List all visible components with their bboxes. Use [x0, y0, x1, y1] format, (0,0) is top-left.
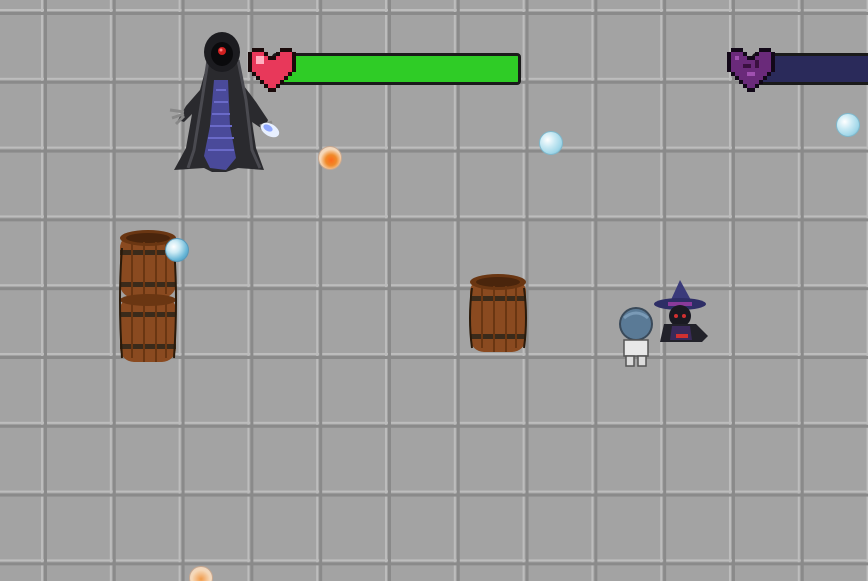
game-floor — [0, 0, 868, 581]
water-orb — [165, 238, 189, 262]
barrel — [469, 274, 527, 352]
water-orb — [539, 131, 563, 155]
player-health-fill — [275, 56, 518, 82]
fire-orb — [318, 146, 342, 170]
fire-orb — [189, 566, 213, 581]
purple-hat-witch — [654, 280, 708, 342]
player-health-bar — [272, 53, 521, 85]
hooded-reaper-boss — [169, 32, 280, 172]
water-orb — [836, 113, 860, 137]
dark-heart-icon — [727, 48, 775, 92]
